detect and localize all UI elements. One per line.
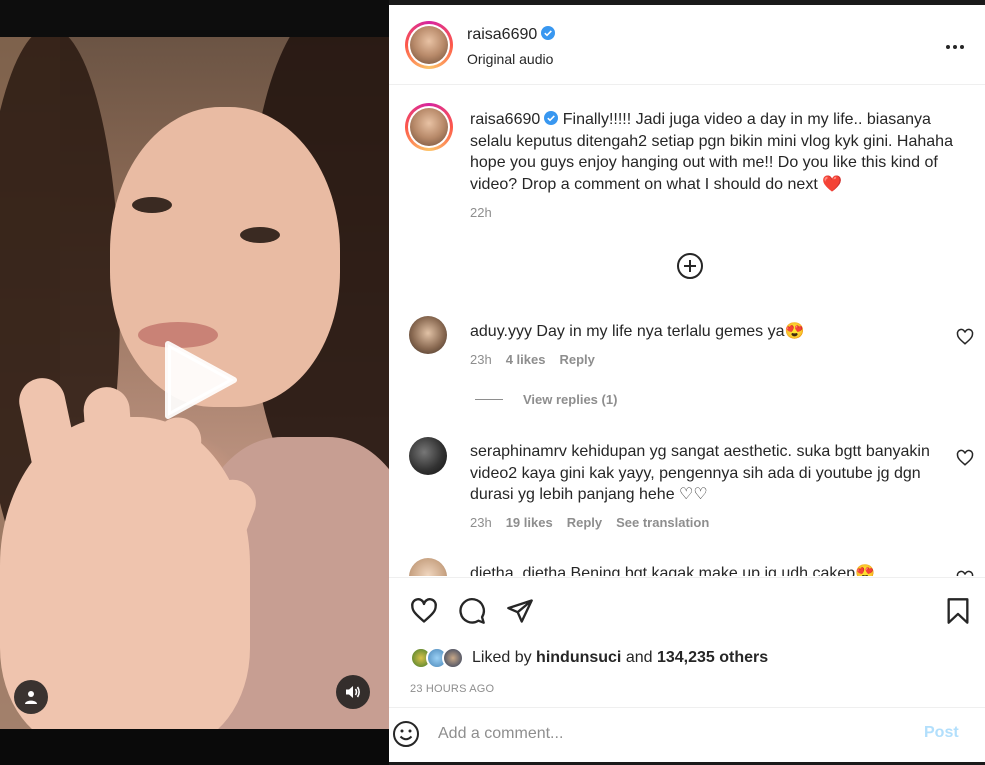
comment-box: Post	[389, 707, 985, 762]
verified-icon	[544, 111, 559, 125]
video-letterbox-bottom	[0, 729, 389, 765]
audio-label[interactable]: Original audio	[467, 51, 553, 67]
view-replies-button[interactable]: View replies (1)	[475, 392, 617, 407]
liker-username[interactable]: hindunsuci	[536, 649, 621, 666]
post-comment-button[interactable]: Post	[924, 724, 959, 742]
commenter-avatar[interactable]	[409, 437, 447, 475]
action-bar	[389, 577, 985, 637]
comment-text: aduy.yyy Day in my life nya terlalu geme…	[470, 321, 940, 343]
commenter-username[interactable]: aduy.yyy	[470, 323, 532, 340]
commenter-username[interactable]: dietha_dietha	[470, 565, 566, 576]
comment-text: seraphinamrv kehidupan yg sangat aesthet…	[470, 441, 940, 506]
comment-text: dietha_dietha Bening bgt kagak make up j…	[470, 563, 940, 576]
comment-likes[interactable]: 4 likes	[506, 352, 546, 367]
volume-icon[interactable]	[336, 675, 370, 709]
comment-icon[interactable]	[458, 597, 486, 625]
author-username[interactable]: raisa6690	[467, 26, 556, 44]
commenter-username[interactable]: seraphinamrv	[470, 443, 567, 460]
video-letterbox-top	[0, 0, 389, 37]
video-panel	[0, 0, 389, 765]
likes-row: Liked by hindunsuci and 134,235 others	[410, 647, 768, 669]
video-eye-left	[132, 197, 172, 213]
likes-and: and	[625, 649, 653, 666]
likes-others-count[interactable]: 134,235 others	[657, 649, 768, 666]
author-username-text[interactable]: raisa6690	[467, 26, 537, 43]
likes-prefix: Liked by	[472, 649, 532, 666]
caption-avatar[interactable]	[405, 103, 453, 151]
video-eye-right	[240, 227, 280, 243]
post-timestamp[interactable]: 23 HOURS AGO	[410, 683, 494, 695]
commenter-avatar[interactable]	[409, 558, 447, 576]
reply-button[interactable]: Reply	[567, 515, 602, 530]
author-avatar[interactable]	[405, 21, 453, 69]
caption-time[interactable]: 22h	[470, 205, 492, 220]
verified-icon	[541, 26, 556, 40]
caption-username[interactable]: raisa6690	[470, 111, 540, 128]
liker-avatar[interactable]	[442, 647, 464, 669]
comment-meta: 23h 19 likes Reply See translation	[470, 515, 709, 530]
comment-likes[interactable]: 19 likes	[506, 515, 553, 530]
heart-icon[interactable]	[410, 597, 438, 625]
view-replies-label[interactable]: View replies (1)	[523, 392, 617, 407]
add-circle-icon[interactable]	[676, 252, 704, 280]
view-replies-line	[475, 399, 503, 400]
share-icon[interactable]	[506, 597, 534, 625]
post-header: raisa6690 Original audio	[389, 5, 985, 85]
caption-text: Finally!!!!! Jadi juga video a day in my…	[470, 111, 953, 193]
bookmark-icon[interactable]	[944, 597, 972, 625]
comment-body: Day in my life nya terlalu gemes ya😍	[536, 323, 805, 340]
commenter-avatar[interactable]	[409, 316, 447, 354]
more-icon[interactable]	[945, 35, 965, 51]
comment-time[interactable]: 23h	[470, 515, 492, 530]
see-translation-button[interactable]: See translation	[616, 515, 709, 530]
post-panel: raisa6690 Original audio raisa6690 Final…	[389, 5, 985, 762]
likes-summary: Liked by hindunsuci and 134,235 others	[472, 649, 768, 667]
caption: raisa6690 Finally!!!!! Jadi juga video a…	[470, 109, 965, 195]
comment-meta: 23h 4 likes Reply	[470, 352, 595, 367]
liker-avatars[interactable]	[410, 647, 464, 669]
comments-area[interactable]: raisa6690 Finally!!!!! Jadi juga video a…	[389, 86, 985, 576]
play-icon[interactable]	[160, 340, 240, 420]
heart-icon[interactable]	[956, 328, 974, 346]
comment-time[interactable]: 23h	[470, 352, 492, 367]
emoji-icon[interactable]	[392, 720, 420, 748]
heart-icon[interactable]	[956, 449, 974, 467]
reply-button[interactable]: Reply	[559, 352, 594, 367]
heart-icon[interactable]	[956, 570, 974, 576]
user-tag-icon[interactable]	[14, 680, 48, 714]
comment-input[interactable]	[438, 722, 908, 746]
comment-body: Bening bgt kagak make up jg udh cakep😍	[570, 565, 876, 576]
